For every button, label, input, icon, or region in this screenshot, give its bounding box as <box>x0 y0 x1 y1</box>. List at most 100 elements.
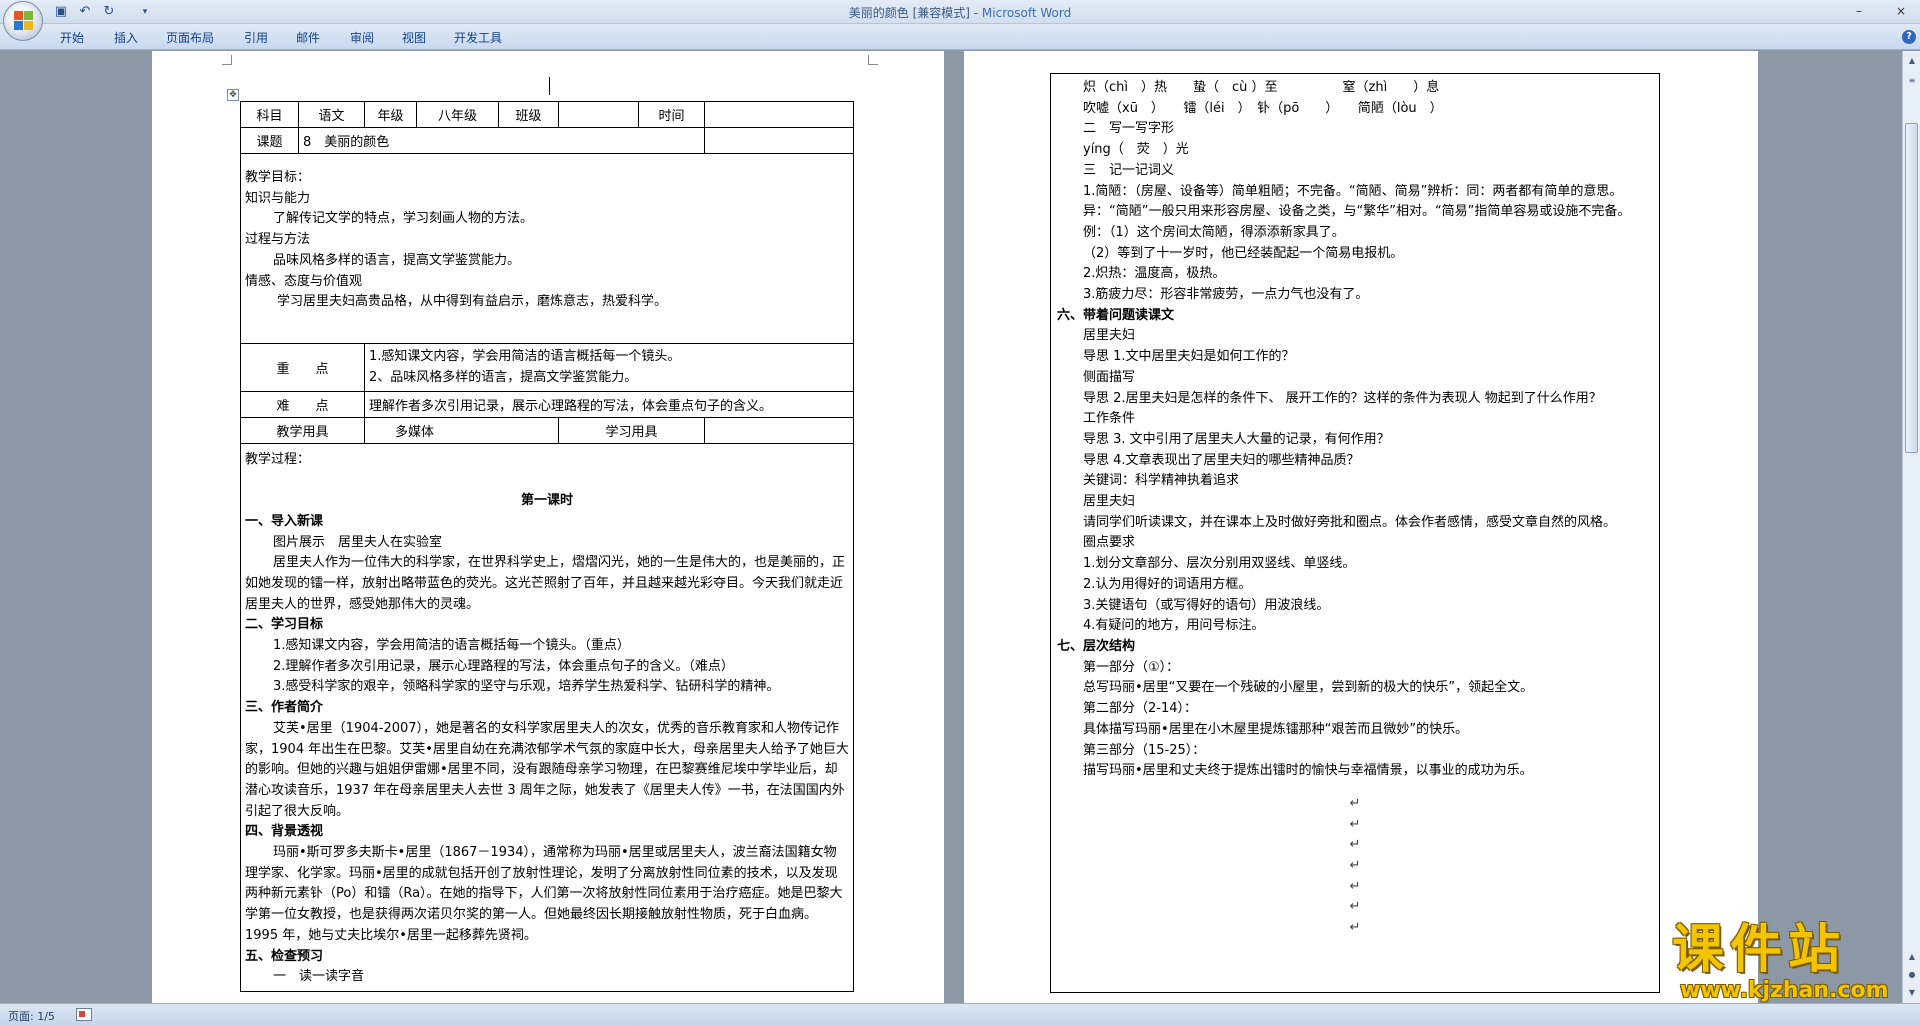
table-row: 难 点 理解作者多次引用记录，展示心理路程的写法，体会重点句子的含义。 <box>240 391 854 419</box>
minimize-button[interactable]: – <box>1848 2 1870 20</box>
page-2-line: 工作条件 <box>1083 411 1136 427</box>
margin-corner-mark <box>222 55 232 65</box>
page-2-line: 第一部分（①）： <box>1083 659 1180 675</box>
ribbon-tabs: 开始 插入 页面布局 引用 邮件 审阅 视图 开发工具 ? <box>0 24 1920 50</box>
class-label: 班级 <box>498 101 559 128</box>
section-title: 五、检查预习 <box>245 948 324 964</box>
key-points-label: 重 点 <box>240 342 365 393</box>
difficult-points: 理解作者多次引用记录，展示心理路程的写法，体会重点句子的含义。 <box>364 391 854 419</box>
close-button[interactable]: × <box>1890 2 1912 20</box>
app-title: Microsoft Word <box>981 6 1072 20</box>
paragraph-mark-icon: ↵ <box>1349 858 1361 874</box>
page-2-line: 导思 1.文中居里夫妇是如何工作的？ <box>1083 349 1295 365</box>
lesson-plan-table: 科目 语文 年级 八年级 班级 时间 课题 8 美丽的颜色 教学目标： 知识与能… <box>240 101 854 992</box>
page-2-line: 总写玛丽•居里“又要在一个残破的小屋里，尝到新的极大的快乐”，领起全文。 <box>1083 680 1534 696</box>
page-2: 炽（chì ）热 蛰（ cù ）至 窒（zhì ）息 吹嘘（xū ） 镭（léi … <box>964 51 1758 1003</box>
watermark-url: www.kjzhan.com <box>1680 978 1889 1003</box>
ruler-toggle-icon[interactable]: ≡ <box>1904 73 1920 89</box>
teaching-goals-cell: 教学目标： 知识与能力 了解传记文学的特点，学习刻画人物的方法。 过程与方法 品… <box>240 153 854 344</box>
section-paragraph: 玛丽•斯可罗多夫斯卡•居里（1867－1934），通常称为玛丽•居里或居里夫人，… <box>245 845 843 943</box>
page-2-line: 关键词：科学精神执着追求 <box>1083 473 1240 489</box>
proofing-icon[interactable] <box>76 1008 92 1021</box>
page-2-line: 二 写一写字形 <box>1083 121 1175 137</box>
page-2-line: 2.炽热：温度高，极热。 <box>1083 266 1226 282</box>
help-icon[interactable]: ? <box>1902 30 1916 44</box>
learning-tools[interactable] <box>704 417 854 445</box>
page-2-line: 异：“简陋”一般只用来形容房屋、设备之类，与“繁华”相对。“简易”指简单容易或设… <box>1083 204 1631 220</box>
page-2-line: 例：（1）这个房间太简陋，得添添新家具了。 <box>1083 224 1345 240</box>
learning-tools-label: 学习用具 <box>558 417 705 445</box>
section-paragraph: 艾芙•居里（1904-2007），她是著名的女科学家居里夫人的次女，优秀的音乐教… <box>245 720 849 819</box>
section-title: 二、学习目标 <box>245 617 324 633</box>
goals-knowledge-label: 知识与能力 <box>245 190 311 206</box>
table-row: 教学用具 多媒体 学习用具 <box>240 417 854 445</box>
page-2-content: 炽（chì ）热 蛰（ cù ）至 窒（zhì ）息 吹嘘（xū ） 镭（léi … <box>1050 73 1660 993</box>
page-2-lines: 炽（chì ）热 蛰（ cù ）至 窒（zhì ）息 吹嘘（xū ） 镭（léi … <box>1057 78 1653 782</box>
window-title: 美丽的颜色 [兼容模式] - Microsoft Word <box>0 4 1920 21</box>
scroll-up-icon[interactable]: ▲ <box>1904 53 1920 69</box>
paragraph-mark-icon: ↵ <box>1349 795 1361 811</box>
teaching-tools: 多媒体 <box>364 417 559 445</box>
page-2-line: 三 记一记词义 <box>1083 162 1175 178</box>
goals-process-label: 过程与方法 <box>245 232 311 248</box>
lesson-extra-cell[interactable] <box>704 127 854 154</box>
process-heading: 教学过程： <box>245 452 311 468</box>
key-point-item: 1.感知课文内容，学会用简洁的语言概括每一个镜头。 <box>369 349 681 364</box>
goals-process: 品味风格多样的语言，提高文学鉴赏能力。 <box>273 252 521 268</box>
page-2-line: 4.有疑问的地方，用问号标注。 <box>1083 618 1265 634</box>
page-2-line: 3.关键语句（或写得好的语句）用波浪线。 <box>1083 597 1330 613</box>
section-line: 一 读一读字音 <box>273 969 365 985</box>
office-logo-icon <box>14 11 34 31</box>
goals-attitude-label: 情感、态度与价值观 <box>245 273 363 289</box>
tab-view[interactable]: 视图 <box>402 29 426 46</box>
section-title: 三、作者简介 <box>245 700 324 716</box>
page-2-line: 1.简陋：（房屋、设备等）简单粗陋；不完备。“简陋、简易”辨析：同：两者都有简单… <box>1083 183 1623 199</box>
paragraph-mark-icon: ↵ <box>1349 920 1361 936</box>
goals-attitude: 学习居里夫妇高贵品格，从中得到有益启示，磨炼意志，热爱科学。 <box>277 294 668 310</box>
difficult-points-label: 难 点 <box>240 391 365 419</box>
page-2-line: 1.划分文章部分、层次分别用双竖线、单竖线。 <box>1083 556 1356 572</box>
time-value[interactable] <box>704 101 854 128</box>
lesson-title: 8 美丽的颜色 <box>298 127 705 154</box>
office-button[interactable] <box>3 1 43 41</box>
title-bar: ▣ ↶ ↻ ▾ 美丽的颜色 [兼容模式] - Microsoft Word – … <box>0 0 1920 24</box>
list-item: 1.感知课文内容，学会用简洁的语言概括每一个镜头。（重点） <box>273 638 630 654</box>
class-value[interactable] <box>558 101 639 128</box>
tab-home[interactable]: 开始 <box>60 29 84 46</box>
table-move-handle-icon[interactable]: ✥ <box>227 89 239 101</box>
scroll-thumb[interactable] <box>1905 123 1918 453</box>
section-line: 图片展示 居里夫人在实验室 <box>273 534 443 550</box>
page-2-line: 第三部分（15-25）： <box>1083 742 1206 758</box>
page-2-line: 导思 4.文章表现出了居里夫妇的哪些精神品质？ <box>1083 452 1360 468</box>
page-2-line: 导思 3. 文中引用了居里夫人大量的记录，有何作用？ <box>1083 431 1390 447</box>
watermark-logo: 课件站 www.kjzhan.com <box>1660 920 1920 1004</box>
first-class-heading: 第一课时 <box>520 493 573 509</box>
paragraph-mark-icon: ↵ <box>1349 878 1361 894</box>
section-title: 一、导入新课 <box>245 513 324 529</box>
lesson-label: 课题 <box>240 127 299 154</box>
tab-page-layout[interactable]: 页面布局 <box>166 29 214 46</box>
tab-review[interactable]: 审阅 <box>350 29 374 46</box>
page-2-line: 七、层次结构 <box>1057 638 1136 654</box>
document-area[interactable]: ✥ 科目 语文 年级 八年级 班级 时间 课题 8 美丽的颜色 教学目标： 知识… <box>0 51 1902 1003</box>
vertical-scrollbar[interactable]: ▲ ≡ ▲ ● ▼ <box>1902 51 1920 1003</box>
section-title: 四、背景透视 <box>245 824 324 840</box>
section-paragraph: 居里夫人作为一位伟大的科学家，在世界科学史上，熠熠闪光，她的一生是伟大的，也是美… <box>245 555 846 612</box>
text-cursor <box>549 77 550 95</box>
subject-value: 语文 <box>298 101 365 128</box>
paragraph-mark-icon: ↵ <box>1349 899 1361 915</box>
key-points-cell: 1.感知课文内容，学会用简洁的语言概括每一个镜头。 2、品味风格多样的语言，提高… <box>364 342 854 393</box>
list-item: 3.感受科学家的艰辛，领略科学家的坚守与乐观，培养学生热爱科学、钻研科学的精神。 <box>273 679 780 695</box>
page-2-line: 居里夫妇 <box>1083 328 1136 344</box>
page-1: ✥ 科目 语文 年级 八年级 班级 时间 课题 8 美丽的颜色 教学目标： 知识… <box>152 51 944 1003</box>
page-indicator[interactable]: 页面: 1/5 <box>8 1008 55 1024</box>
tab-developer[interactable]: 开发工具 <box>454 29 502 46</box>
status-bar: 页面: 1/5 <box>0 1003 1920 1025</box>
table-row: 科目 语文 年级 八年级 班级 时间 <box>240 101 854 128</box>
tab-references[interactable]: 引用 <box>244 29 268 46</box>
page-2-line: 圈点要求 <box>1083 535 1136 551</box>
tab-mailings[interactable]: 邮件 <box>296 29 320 46</box>
key-point-item: 2、品味风格多样的语言，提高文学鉴赏能力。 <box>369 369 638 385</box>
tab-insert[interactable]: 插入 <box>114 29 138 46</box>
page-2-line: （2）等到了十一岁时，他已经装配起一个简易电报机。 <box>1083 245 1404 261</box>
